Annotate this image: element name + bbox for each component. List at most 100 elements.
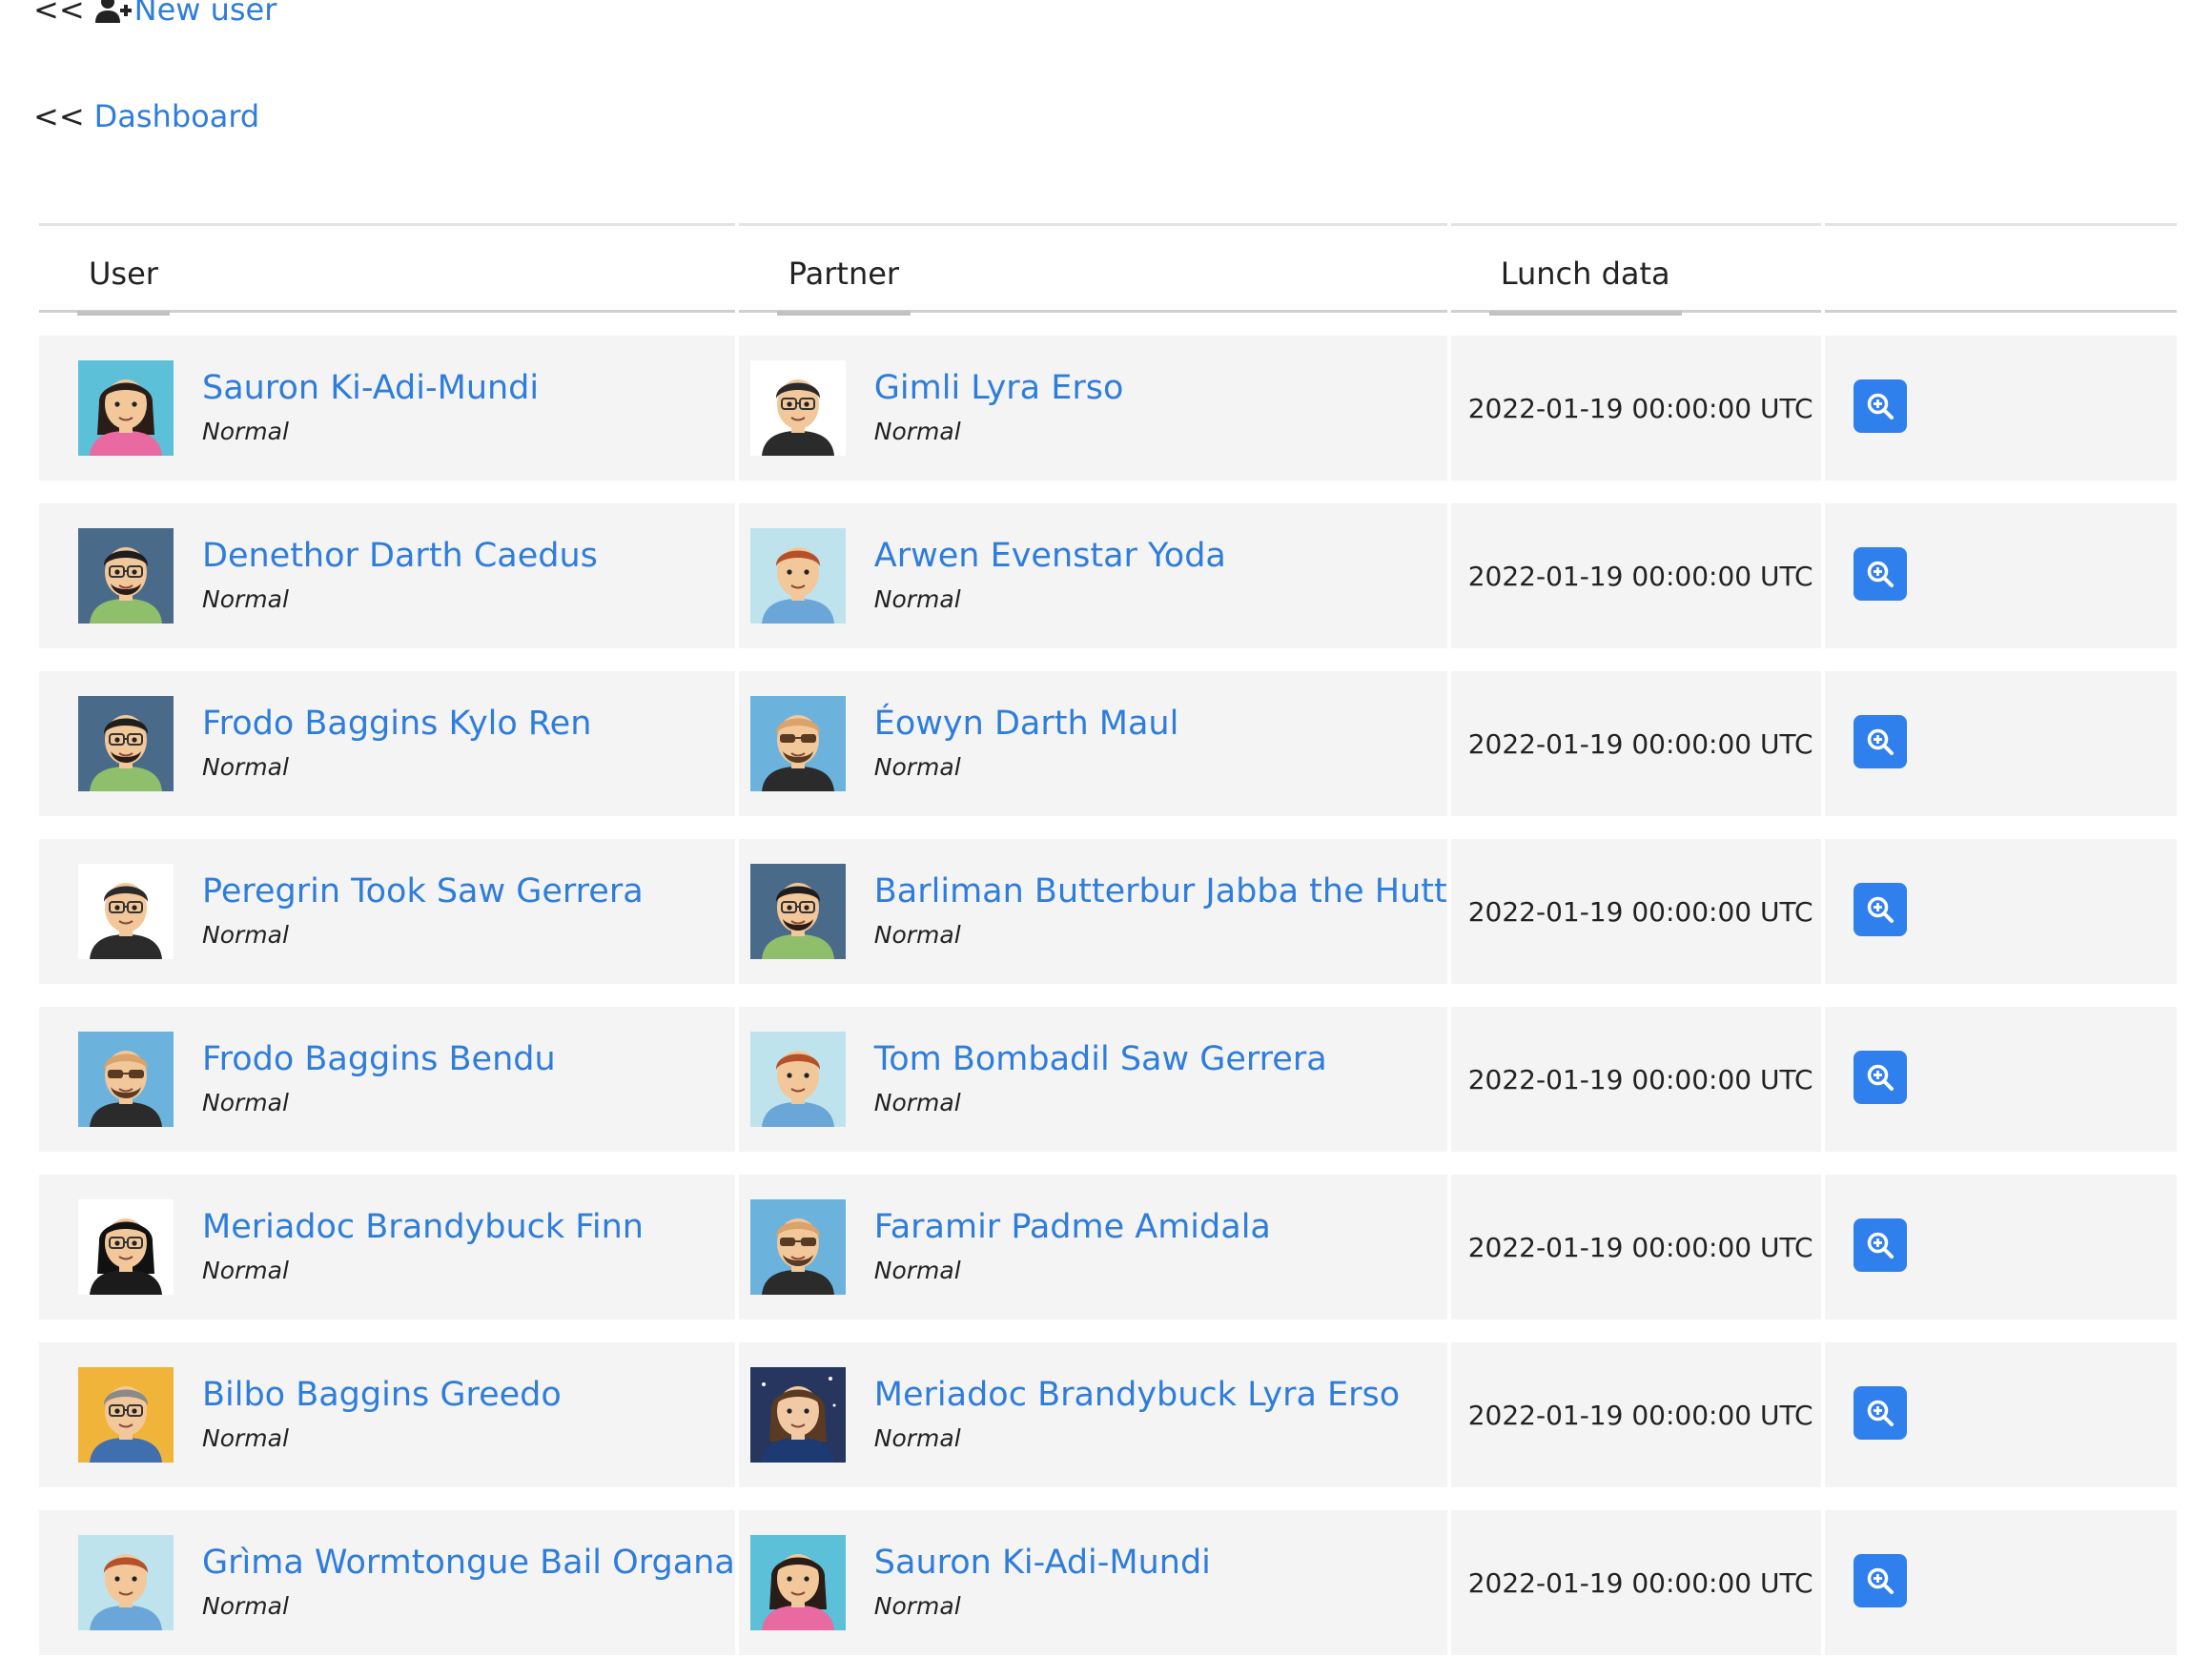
user-cell: Meriadoc Brandybuck Finn Normal (39, 1175, 735, 1320)
view-details-button[interactable] (1853, 1554, 1907, 1607)
partner-name-link[interactable]: Gimli Lyra Erso (874, 365, 1124, 411)
partner-cell: Arwen Evenstar Yoda Normal (738, 503, 1447, 648)
user-cell: Frodo Baggins Bendu Normal (39, 1007, 735, 1152)
partner-name-link[interactable]: Tom Bombadil Saw Gerrera (874, 1036, 1327, 1082)
male-ginger-avatar (749, 1032, 846, 1127)
partner-person: Gimli Lyra Erso Normal (739, 360, 1447, 456)
table-row: Peregrin Took Saw Gerrera Normal Barlima… (39, 839, 2177, 984)
user-name-link[interactable]: Peregrin Took Saw Gerrera (202, 869, 644, 914)
action-cell (1824, 1510, 2177, 1655)
user-role: Normal (202, 921, 289, 949)
partner-role: Normal (873, 1089, 961, 1116)
lunch-date: 2022-01-19 00:00:00 UTC (1450, 1175, 1821, 1320)
table-row: Meriadoc Brandybuck Finn Normal Faramir … (39, 1175, 2177, 1320)
action-cell (1824, 1342, 2177, 1487)
user-cell: Sauron Ki-Adi-Mundi Normal (39, 336, 735, 481)
view-details-button[interactable] (1853, 1386, 1907, 1440)
partner-info: Gimli Lyra Erso Normal (874, 365, 1124, 451)
action-cell (1824, 839, 2177, 984)
male-sunglasses-goatee-avatar (749, 1199, 846, 1295)
partner-person: Sauron Ki-Adi-Mundi Normal (739, 1535, 1447, 1630)
male-glasses-avatar (78, 864, 174, 959)
view-details-button[interactable] (1853, 379, 1907, 433)
dashboard-link[interactable]: Dashboard (94, 98, 260, 134)
partner-info: Éowyn Darth Maul Normal (874, 701, 1179, 787)
lunch-date: 2022-01-19 00:00:00 UTC (1450, 671, 1821, 816)
partner-person: Meriadoc Brandybuck Lyra Erso Normal (739, 1367, 1447, 1463)
view-details-button[interactable] (1853, 883, 1907, 936)
partner-cell: Tom Bombadil Saw Gerrera Normal (738, 1007, 1447, 1152)
table-row: Denethor Darth Caedus Normal Arwen Evens… (39, 503, 2177, 648)
user-info: Peregrin Took Saw Gerrera Normal (202, 869, 644, 954)
table-row: Frodo Baggins Bendu Normal Tom Bombadil … (39, 1007, 2177, 1152)
partner-name-link[interactable]: Barliman Butterbur Jabba the Hutt (874, 869, 1447, 914)
user-person: Denethor Darth Caedus Normal (39, 528, 735, 624)
partner-role: Normal (873, 753, 961, 781)
partner-person: Éowyn Darth Maul Normal (739, 696, 1447, 791)
partner-name-link[interactable]: Faramir Padme Amidala (874, 1204, 1271, 1250)
user-cell: Bilbo Baggins Greedo Normal (39, 1342, 735, 1487)
user-info: Sauron Ki-Adi-Mundi Normal (202, 365, 539, 451)
male-beard-glasses-avatar (78, 528, 174, 624)
male-long-hair-glasses-avatar (78, 1199, 174, 1295)
lunch-date: 2022-01-19 00:00:00 UTC (1450, 336, 1821, 481)
lunch-date: 2022-01-19 00:00:00 UTC (1450, 1342, 1821, 1487)
view-details-button[interactable] (1853, 1051, 1907, 1104)
user-cell: Denethor Darth Caedus Normal (39, 503, 735, 648)
partner-name-link[interactable]: Meriadoc Brandybuck Lyra Erso (874, 1372, 1400, 1418)
partner-name-link[interactable]: Éowyn Darth Maul (874, 701, 1179, 747)
user-name-link[interactable]: Denethor Darth Caedus (202, 533, 598, 579)
user-cell: Frodo Baggins Kylo Ren Normal (39, 671, 735, 816)
user-role: Normal (202, 1424, 289, 1452)
user-role: Normal (202, 753, 289, 781)
table-row: Sauron Ki-Adi-Mundi Normal Gimli Lyra Er… (39, 336, 2177, 481)
user-name-link[interactable]: Frodo Baggins Kylo Ren (202, 701, 591, 747)
lunch-date: 2022-01-19 00:00:00 UTC (1450, 1007, 1821, 1152)
user-plus-icon (94, 0, 133, 32)
partner-role: Normal (873, 921, 961, 949)
female-night-sky-avatar (749, 1367, 846, 1463)
view-details-button[interactable] (1853, 1218, 1907, 1272)
partner-role: Normal (873, 585, 961, 613)
table-row: Bilbo Baggins Greedo Normal Meriadoc Bra… (39, 1342, 2177, 1487)
male-beard-glasses-avatar (749, 864, 846, 959)
user-cell: Peregrin Took Saw Gerrera Normal (39, 839, 735, 984)
back-chevrons: << (33, 98, 85, 134)
male-sunglasses-goatee-avatar (749, 696, 846, 791)
partner-cell: Barliman Butterbur Jabba the Hutt Normal (738, 839, 1447, 984)
view-details-button[interactable] (1853, 715, 1907, 768)
nav-new-user: << New user (33, 0, 276, 32)
user-person: Peregrin Took Saw Gerrera Normal (39, 864, 735, 959)
header-partner[interactable]: Partner (738, 223, 1447, 316)
table-row: Grìma Wormtongue Bail Organa Normal Saur… (39, 1510, 2177, 1655)
user-name-link[interactable]: Meriadoc Brandybuck Finn (202, 1204, 644, 1250)
user-name-link[interactable]: Sauron Ki-Adi-Mundi (202, 365, 539, 411)
action-cell (1824, 1007, 2177, 1152)
new-user-link[interactable]: New user (94, 0, 277, 28)
partner-info: Arwen Evenstar Yoda Normal (874, 533, 1226, 619)
partner-person: Tom Bombadil Saw Gerrera Normal (739, 1032, 1447, 1127)
female-dark-hair-avatar (78, 360, 174, 456)
partner-cell: Gimli Lyra Erso Normal (738, 336, 1447, 481)
user-name-link[interactable]: Frodo Baggins Bendu (202, 1036, 556, 1082)
partner-name-link[interactable]: Sauron Ki-Adi-Mundi (874, 1540, 1211, 1586)
new-user-label: New user (133, 0, 277, 28)
partner-role: Normal (873, 1592, 961, 1620)
partner-name-link[interactable]: Arwen Evenstar Yoda (874, 533, 1226, 579)
user-role: Normal (202, 418, 289, 445)
action-cell (1824, 336, 2177, 481)
user-name-link[interactable]: Bilbo Baggins Greedo (202, 1372, 562, 1418)
user-info: Bilbo Baggins Greedo Normal (202, 1372, 562, 1458)
action-cell (1824, 503, 2177, 648)
user-name-link[interactable]: Grìma Wormtongue Bail Organa (202, 1540, 735, 1586)
partner-role: Normal (873, 418, 961, 445)
user-info: Meriadoc Brandybuck Finn Normal (202, 1204, 644, 1290)
header-user[interactable]: User (39, 223, 735, 316)
nav-dashboard: << Dashboard (33, 97, 259, 135)
view-details-button[interactable] (1853, 547, 1907, 601)
header-lunch-data[interactable]: Lunch data (1450, 223, 1821, 316)
lunch-date: 2022-01-19 00:00:00 UTC (1450, 1510, 1821, 1655)
partner-person: Arwen Evenstar Yoda Normal (739, 528, 1447, 624)
lunch-table: User Partner Lunch data Sauron Ki-Adi-Mu… (35, 200, 2181, 1678)
user-role: Normal (202, 1089, 289, 1116)
